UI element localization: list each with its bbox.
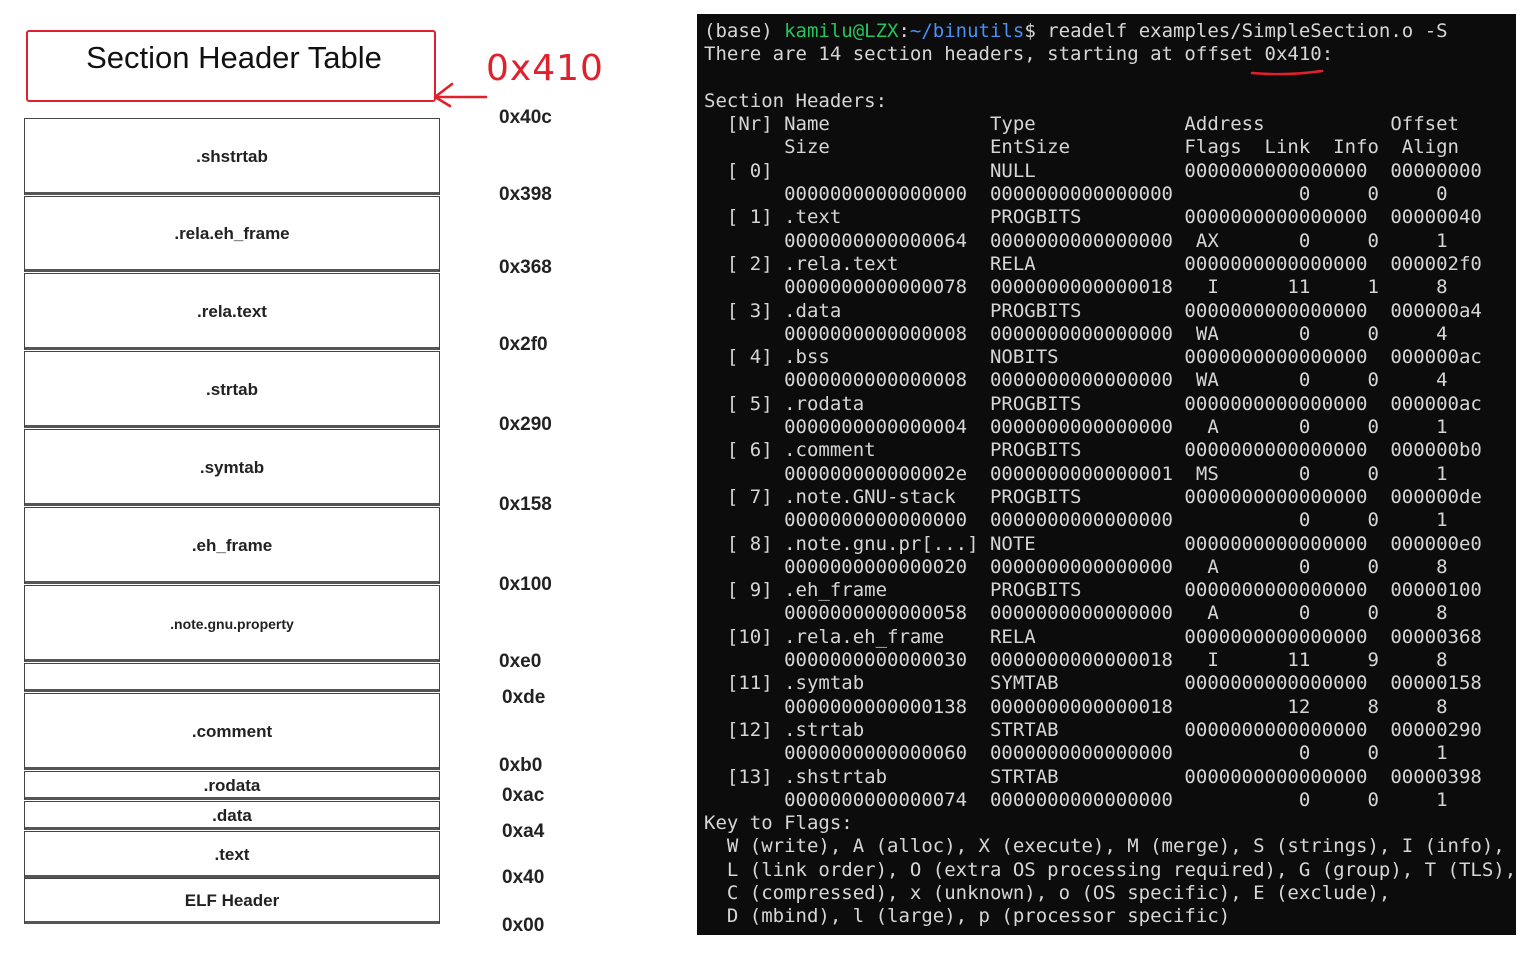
prompt-user: kamilu@LZX bbox=[784, 20, 899, 42]
section-label: .comment bbox=[191, 721, 273, 741]
section-block-symtab: .symtab bbox=[24, 429, 440, 506]
offset-label: 0xe0 bbox=[499, 651, 542, 672]
row-line: [13] .shstrtab STRTAB 0000000000000000 0… bbox=[704, 765, 1482, 788]
section-label: .text bbox=[214, 844, 250, 864]
annotation-arrow bbox=[433, 82, 488, 108]
row-line: 0000000000000000 0000000000000000 0 0 0 bbox=[704, 183, 1448, 206]
section-label: .shstrtab bbox=[196, 146, 268, 166]
terminal-output: (base) kamilu@LZX:~/binutils$ readelf ex… bbox=[704, 20, 1516, 929]
offset-label: 0x40 bbox=[502, 867, 545, 888]
row-line: [12] .strtab STRTAB 0000000000000000 000… bbox=[704, 718, 1482, 741]
row-line: 0000000000000000 0000000000000000 0 0 1 bbox=[704, 509, 1448, 532]
prompt-end: $ bbox=[1024, 20, 1048, 42]
row-line: 0000000000000058 0000000000000000 A 0 0 … bbox=[704, 602, 1448, 625]
key-line: L (link order), O (extra OS processing r… bbox=[704, 858, 1516, 881]
section-block-rela-eh-frame: .rela.eh_frame bbox=[24, 196, 440, 272]
offset-label: 0x290 bbox=[499, 414, 552, 435]
section-label: .rodata bbox=[203, 775, 261, 795]
offset-label: 0xb0 bbox=[499, 755, 543, 776]
header-line: Size EntSize Flags Link Info Align bbox=[704, 136, 1459, 159]
row-line: 0000000000000078 0000000000000018 I 11 1… bbox=[704, 276, 1448, 299]
section-label: .strtab bbox=[206, 379, 258, 399]
offset-label: 0x158 bbox=[499, 494, 552, 515]
offset-label: 0x368 bbox=[499, 257, 552, 278]
section-block-unlabeled bbox=[24, 663, 440, 692]
section-block-strtab: .strtab bbox=[24, 351, 440, 428]
row-line: 0000000000000060 0000000000000000 0 0 1 bbox=[704, 742, 1448, 765]
section-header-table-title: Section Header Table bbox=[86, 40, 382, 75]
row-line: 0000000000000030 0000000000000018 I 11 9… bbox=[704, 649, 1448, 672]
offset-label: 0x398 bbox=[499, 184, 552, 205]
key-title: Key to Flags: bbox=[704, 812, 853, 835]
row-line: [ 4] .bss NOBITS 0000000000000000 000000… bbox=[704, 346, 1482, 369]
section-block-note-gnu-property: .note.gnu.property bbox=[24, 585, 440, 662]
offset-label: 0x40c bbox=[499, 107, 552, 128]
section-block-eh-frame: .eh_frame bbox=[24, 507, 440, 584]
row-line: 0000000000000138 0000000000000018 12 8 8 bbox=[704, 695, 1448, 718]
row-line: 0000000000000008 0000000000000000 WA 0 0… bbox=[704, 322, 1448, 345]
section-label: .rela.eh_frame bbox=[174, 224, 290, 243]
section-label: .data bbox=[212, 805, 252, 825]
section-block-rela-text: .rela.text bbox=[24, 273, 440, 350]
key-line: C (compressed), x (unknown), o (OS speci… bbox=[704, 881, 1391, 904]
row-line: 0000000000000004 0000000000000000 A 0 0 … bbox=[704, 416, 1448, 439]
summary-offset: 0x410 bbox=[1264, 43, 1322, 66]
section-label: .eh_frame bbox=[191, 535, 273, 555]
prompt-env: (base) bbox=[704, 20, 785, 42]
section-block-text: .text bbox=[24, 831, 440, 878]
row-line: [ 5] .rodata PROGBITS 0000000000000000 0… bbox=[704, 392, 1482, 415]
section-block-elf-header: ELF Header bbox=[24, 878, 440, 924]
section-label: .rela.text bbox=[197, 301, 267, 321]
section-block-rodata: .rodata bbox=[24, 771, 440, 800]
prompt-sep: : bbox=[898, 20, 910, 42]
row-line: 0000000000000020 0000000000000000 A 0 0 … bbox=[704, 555, 1448, 578]
offset-label: 0x00 bbox=[502, 915, 545, 936]
row-line: 0000000000000064 0000000000000000 AX 0 0… bbox=[704, 229, 1448, 252]
row-line: [ 9] .eh_frame PROGBITS 0000000000000000… bbox=[704, 579, 1482, 602]
section-headers-title: Section Headers: bbox=[704, 89, 888, 112]
prompt-path: ~/binutils bbox=[909, 20, 1025, 42]
offset-underline-annotation bbox=[1250, 69, 1324, 76]
header-line: [Nr] Name Type Address Offset bbox=[704, 113, 1459, 136]
section-block-data: .data bbox=[24, 801, 440, 830]
row-line: [ 3] .data PROGBITS 0000000000000000 000… bbox=[704, 299, 1482, 322]
row-line: 000000000000002e 0000000000000001 MS 0 0… bbox=[704, 462, 1448, 485]
row-line: [ 8] .note.gnu.pr[...] NOTE 000000000000… bbox=[704, 532, 1482, 555]
summary-prefix: There are 14 section headers, starting a… bbox=[704, 43, 1265, 66]
offset-label: 0x2f0 bbox=[499, 334, 548, 355]
row-line: [11] .symtab SYMTAB 0000000000000000 000… bbox=[704, 672, 1482, 695]
row-line: [ 7] .note.GNU-stack PROGBITS 0000000000… bbox=[704, 485, 1482, 508]
row-line: 0000000000000008 0000000000000000 WA 0 0… bbox=[704, 369, 1448, 392]
terminal-window[interactable]: (base) kamilu@LZX:~/binutils$ readelf ex… bbox=[697, 14, 1516, 935]
section-label: .note.gnu.property bbox=[170, 615, 294, 632]
command-text: readelf examples/SimpleSection.o -S bbox=[1047, 20, 1448, 42]
row-line: [ 2] .rela.text RELA 0000000000000000 00… bbox=[704, 252, 1482, 275]
key-line: D (mbind), l (large), p (processor speci… bbox=[704, 905, 1231, 928]
row-line: [ 0] NULL 0000000000000000 00000000 bbox=[704, 159, 1482, 182]
key-line: W (write), A (alloc), X (execute), M (me… bbox=[704, 835, 1505, 858]
row-line: [10] .rela.eh_frame RELA 000000000000000… bbox=[704, 625, 1482, 648]
row-line: 0000000000000074 0000000000000000 0 0 1 bbox=[704, 788, 1448, 811]
section-block-comment: .comment bbox=[24, 693, 440, 770]
offset-label: 0x100 bbox=[499, 574, 552, 595]
offset-label: 0xac bbox=[502, 785, 545, 806]
row-line: [ 6] .comment PROGBITS 0000000000000000 … bbox=[704, 439, 1482, 462]
section-label: ELF Header bbox=[184, 891, 280, 910]
section-label: .symtab bbox=[199, 457, 265, 477]
row-line: [ 1] .text PROGBITS 0000000000000000 000… bbox=[704, 206, 1482, 229]
summary-suffix: : bbox=[1321, 43, 1334, 66]
handwritten-offset-annotation: 0x410 bbox=[486, 48, 604, 89]
section-block-shstrtab: .shstrtab bbox=[24, 118, 440, 195]
offset-label: 0xa4 bbox=[502, 821, 545, 842]
offset-label: 0xde bbox=[502, 687, 546, 708]
